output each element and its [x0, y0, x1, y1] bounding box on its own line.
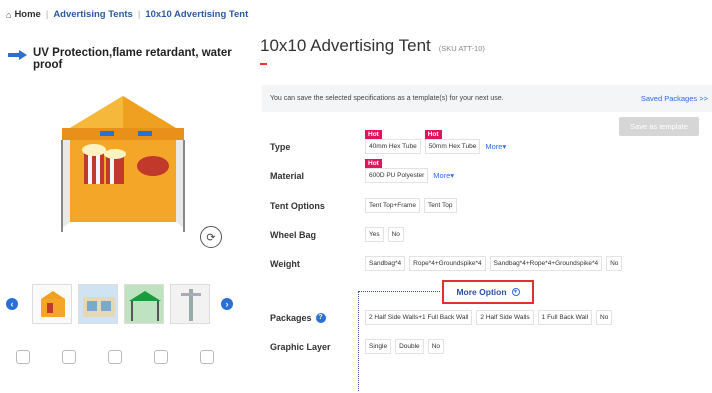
tool-icon-row — [16, 350, 246, 364]
tent-valance — [62, 128, 184, 140]
tent-illustration — [61, 96, 185, 232]
spec-row-packages: Packages ? 2 Half Side Walls+1 Full Back… — [270, 310, 616, 325]
spec-row-graphic-layer: Graphic Layer Single Double No — [270, 339, 448, 354]
spec-label-wheel-bag: Wheel Bag — [270, 229, 317, 240]
breadcrumb-separator: | — [137, 9, 141, 20]
spec-label-graphic-layer: Graphic Layer — [270, 341, 331, 352]
thumbnail-2[interactable] — [78, 284, 118, 324]
option-weight-no[interactable]: No — [606, 256, 623, 271]
breadcrumb-advertising-tents[interactable]: Advertising Tents — [53, 9, 133, 20]
hot-badge: Hot — [424, 130, 442, 139]
breadcrumb: ⌂ Home | Advertising Tents | 10x10 Adver… — [6, 9, 248, 20]
thumbnail-next-button[interactable]: › — [221, 298, 233, 310]
option-50mm-hex-tube[interactable]: Hot 50mm Hex Tube — [424, 130, 481, 154]
title-underline — [260, 63, 267, 65]
spec-row-material: Material Hot 600D PU Polyester More▾ — [270, 159, 454, 183]
option-tent-top-frame[interactable]: Tent Top+Frame — [365, 198, 421, 213]
more-option-button[interactable]: More Option ▼ — [442, 280, 534, 304]
spec-row-wheel-bag: Wheel Bag Yes No — [270, 227, 408, 242]
spec-row-weight: Weight Sandbag*4 Rope*4+Groundspike*4 Sa… — [270, 256, 626, 271]
spec-label-tent-options: Tent Options — [270, 200, 325, 211]
home-icon[interactable]: ⌂ — [6, 10, 11, 20]
option-wheel-bag-no[interactable]: No — [387, 227, 404, 242]
option-packages-no[interactable]: No — [596, 310, 613, 325]
thumbnail-3[interactable] — [124, 284, 164, 324]
thumbnail-strip: ‹ › — [6, 284, 233, 324]
chevron-down-icon: ▼ — [511, 288, 520, 296]
hot-badge: Hot — [365, 130, 382, 139]
option-graphic-no[interactable]: No — [427, 339, 444, 354]
option-sandbag[interactable]: Sandbag*4 — [365, 256, 406, 271]
option-graphic-single[interactable]: Single — [365, 339, 392, 354]
hot-badge: Hot — [365, 159, 382, 168]
product-sku: (SKU ATT-10) — [438, 44, 485, 53]
option-sandbag-rope-groundspike[interactable]: Sandbag*4+Rope*4+Groundspike*4 — [489, 256, 603, 271]
saved-packages-link[interactable]: Saved Packages >> — [641, 94, 708, 103]
option-1-full-back-wall[interactable]: 1 Full Back Wall — [537, 310, 593, 325]
thumbnail-4[interactable] — [170, 284, 210, 324]
thumbnail-prev-button[interactable]: ‹ — [6, 298, 18, 310]
spec-row-tent-options: Tent Options Tent Top+Frame Tent Top — [270, 198, 461, 213]
option-wheel-bag-yes[interactable]: Yes — [365, 227, 384, 242]
product-main-image[interactable] — [48, 88, 198, 238]
help-icon[interactable]: ? — [315, 312, 326, 323]
more-option-label: More Option — [456, 287, 507, 297]
option-graphic-double[interactable]: Double — [395, 339, 424, 354]
option-2-half-side-walls[interactable]: 2 Half Side Walls — [476, 310, 534, 325]
spec-label-packages: Packages ? — [270, 312, 365, 323]
breadcrumb-current[interactable]: 10x10 Advertising Tent — [145, 9, 248, 20]
gallery-icon[interactable] — [200, 350, 214, 364]
product-title: 10x10 Advertising Tent (SKU ATT-10) — [260, 36, 485, 56]
feature-text: UV Protection,flame retardant, water pro… — [33, 47, 232, 71]
material-more-link[interactable]: More▾ — [433, 171, 454, 180]
spec-label-weight: Weight — [270, 258, 300, 269]
breadcrumb-home[interactable]: Home — [14, 9, 40, 20]
product-title-text: 10x10 Advertising Tent — [260, 36, 431, 55]
option-600d-pu-polyester[interactable]: Hot 600D PU Polyester — [365, 159, 429, 183]
option-2-half-side-walls-1-full-back-wall[interactable]: 2 Half Side Walls+1 Full Back Wall — [365, 310, 473, 325]
share-icon[interactable] — [16, 350, 30, 364]
template-note: You can save the selected specifications… — [270, 95, 504, 102]
save-as-template-button[interactable]: Save as template — [619, 117, 699, 136]
thumbnail-1[interactable] — [32, 284, 72, 324]
option-tent-top[interactable]: Tent Top — [424, 198, 457, 213]
callout-line — [358, 291, 440, 292]
rotate-360-icon[interactable]: ⟳ — [200, 226, 222, 248]
image-icon[interactable] — [62, 350, 76, 364]
type-more-link[interactable]: More▾ — [485, 142, 506, 151]
print-icon[interactable] — [108, 350, 122, 364]
arrow-right-icon — [8, 50, 28, 60]
template-bar: You can save the selected specifications… — [262, 85, 712, 112]
favorite-icon[interactable] — [154, 350, 168, 364]
spec-label-material: Material — [270, 170, 305, 181]
breadcrumb-separator: | — [45, 9, 49, 20]
spec-label-type: Type — [270, 141, 291, 152]
tent-side-wall — [62, 140, 70, 228]
feature-headline: UV Protection,flame retardant, water pro… — [8, 47, 233, 71]
option-rope-groundspike[interactable]: Rope*4+Groundspike*4 — [409, 256, 486, 271]
option-40mm-hex-tube[interactable]: Hot 40mm Hex Tube — [365, 130, 421, 154]
spec-row-type: Type Hot 40mm Hex Tube Hot 50mm Hex Tube M… — [270, 130, 506, 154]
